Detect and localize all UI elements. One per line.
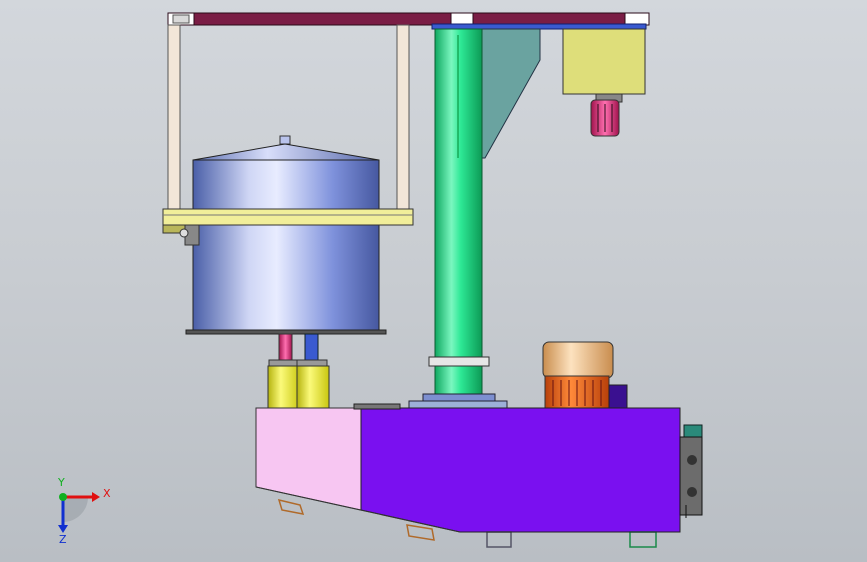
upper-gearbox[interactable] bbox=[562, 28, 646, 137]
x-axis-label: X bbox=[103, 487, 111, 500]
coordinate-triad: X Y Z bbox=[57, 476, 111, 546]
left-hanger-rod[interactable] bbox=[167, 24, 181, 212]
y-axis-dot bbox=[59, 493, 67, 501]
cad-viewport[interactable]: X Y Z bbox=[0, 0, 867, 562]
hydraulic-cylinders[interactable] bbox=[267, 359, 330, 409]
drive-motor[interactable] bbox=[542, 341, 628, 409]
y-axis-label: Y bbox=[57, 476, 65, 489]
right-hanger-rod[interactable] bbox=[396, 24, 410, 212]
column-brace[interactable] bbox=[479, 28, 541, 159]
mixing-tank[interactable] bbox=[185, 135, 387, 335]
valve-block[interactable] bbox=[679, 424, 703, 518]
z-axis-label: Z bbox=[59, 533, 67, 546]
base-housing[interactable] bbox=[255, 403, 681, 533]
